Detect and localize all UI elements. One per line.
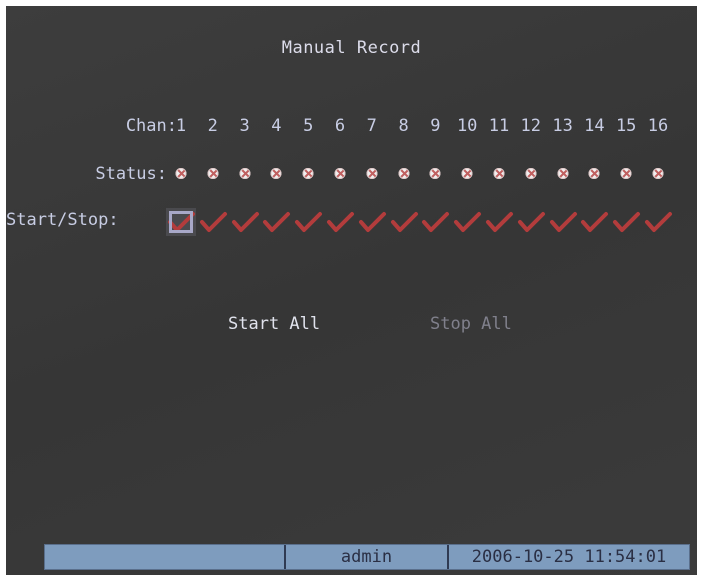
start-stop-label: Start/Stop: (6, 210, 119, 230)
channel-number: 5 (303, 116, 314, 136)
manual-record-screen: Manual Record Chan: Status: Start/Stop: … (6, 6, 697, 575)
checkmark-icon (517, 212, 545, 232)
status-bar-left (45, 545, 286, 569)
record-status-icon (461, 168, 473, 179)
checkmark-icon (295, 212, 323, 232)
channel-number: 13 (552, 116, 573, 136)
checkmark-icon (358, 212, 386, 232)
channel-start-stop-checkbox[interactable] (325, 208, 355, 236)
channel-start-stop-checkbox[interactable] (579, 208, 609, 236)
record-status-icon (239, 168, 251, 179)
channel-number: 6 (334, 116, 346, 136)
channel-number: 10 (456, 116, 478, 136)
checkmark-icon (199, 212, 227, 232)
checkmark-icon (390, 212, 418, 232)
record-status-icon (652, 168, 664, 179)
current-user: admin (286, 545, 449, 569)
channel-number: 7 (366, 116, 377, 136)
channel-start-stop-checkbox[interactable] (420, 208, 450, 236)
checkmark-icon (581, 212, 609, 232)
checkmark-icon (422, 212, 450, 232)
checkmark-icon (613, 212, 641, 232)
channel-start-stop-checkbox[interactable] (484, 208, 514, 236)
record-status-icon (525, 168, 537, 179)
checkmark-icon (486, 212, 513, 232)
start-all-button[interactable]: Start All (228, 314, 320, 334)
record-status-icon (270, 168, 282, 179)
date-time: 2006-10-25 11:54:01 (471, 547, 667, 567)
channel-number: 14 (584, 116, 605, 136)
channel-start-stop-checkbox[interactable] (230, 208, 260, 236)
channel-start-stop-checkbox[interactable] (611, 208, 641, 236)
channel-number: 3 (239, 116, 250, 136)
channel-number: 16 (647, 116, 669, 136)
channel-start-stop-checkbox[interactable] (198, 208, 228, 236)
checkmark-icon (168, 212, 195, 232)
channel-start-stop-checkbox[interactable] (293, 208, 323, 236)
channel-start-stop-checkbox[interactable] (643, 208, 673, 236)
stop-all-button[interactable]: Stop All (430, 314, 512, 334)
channel-number: 15 (615, 116, 637, 136)
status-label: Status: (95, 164, 167, 184)
record-status-icon (334, 168, 346, 179)
record-status-icon (398, 168, 410, 179)
channel-start-stop-checkbox[interactable] (389, 208, 419, 236)
channel-number: 8 (398, 116, 409, 136)
status-bar: admin 2006-10-25 11:54:01 (44, 544, 690, 570)
channel-number: 11 (488, 116, 510, 136)
checkmark-icon (263, 212, 291, 232)
record-status-icon (302, 168, 314, 179)
checkmark-icon (231, 212, 259, 232)
record-status-icon (557, 168, 569, 179)
channel-start-stop-checkbox[interactable] (166, 208, 196, 236)
checkmark-icon (645, 212, 672, 232)
channel-start-stop-checkbox[interactable] (261, 208, 291, 236)
channel-number: 1 (175, 116, 187, 136)
record-status-icon (493, 168, 505, 179)
record-status-icon (366, 168, 378, 179)
record-status-icon (175, 168, 187, 179)
checkmark-icon (549, 212, 577, 232)
channel-number: 2 (207, 116, 218, 136)
checkmark-icon (454, 212, 482, 232)
channel-number: 4 (271, 116, 282, 136)
channel-start-stop-checkbox[interactable] (452, 208, 482, 236)
channel-number: 12 (520, 116, 542, 136)
record-status-icon (588, 168, 600, 179)
channel-start-stop-checkbox[interactable] (357, 208, 387, 236)
checkmark-icon (327, 212, 354, 232)
record-status-icon (620, 168, 632, 179)
page-title: Manual Record (281, 38, 422, 58)
channel-start-stop-checkbox[interactable] (548, 208, 578, 236)
record-status-icon (429, 168, 441, 179)
channel-number: 9 (430, 116, 441, 136)
channel-start-stop-checkbox[interactable] (516, 208, 546, 236)
record-status-icon (207, 168, 219, 179)
